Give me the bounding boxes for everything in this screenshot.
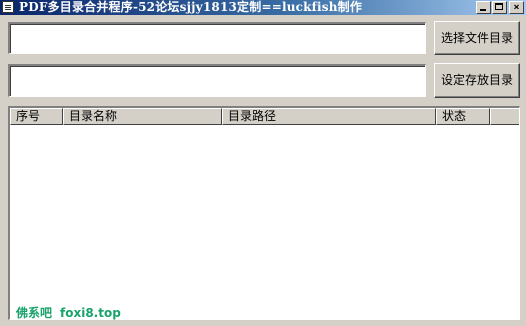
- select-directory-button[interactable]: 选择文件目录: [434, 21, 520, 55]
- close-icon[interactable]: ×: [509, 1, 524, 14]
- watermark-site-name: 佛系吧: [16, 306, 53, 320]
- column-header-dir-path[interactable]: 目录路径: [222, 108, 436, 125]
- title-bar[interactable]: PDF多目录合并程序-52论坛sjjy1813定制==luckfish制作 ×: [0, 0, 526, 15]
- column-header-dir-name[interactable]: 目录名称: [63, 108, 222, 125]
- maximize-icon[interactable]: [492, 1, 507, 14]
- column-header-index[interactable]: 序号: [10, 108, 63, 125]
- source-directory-field[interactable]: [8, 22, 426, 54]
- window-title: PDF多目录合并程序-52论坛sjjy1813定制==luckfish制作: [19, 0, 363, 14]
- list-header: 序号 目录名称 目录路径 状态: [10, 108, 519, 125]
- watermark-site-url: foxi8.top: [60, 306, 121, 320]
- watermark: 佛系吧 foxi8.top: [16, 304, 121, 321]
- column-header-status[interactable]: 状态: [436, 108, 490, 125]
- source-directory-input[interactable]: [10, 24, 425, 53]
- directory-list[interactable]: 序号 目录名称 目录路径 状态: [8, 106, 520, 320]
- column-header-filler[interactable]: [490, 108, 519, 125]
- minimize-icon[interactable]: [476, 1, 491, 14]
- set-output-directory-button[interactable]: 设定存放目录: [434, 63, 520, 98]
- output-directory-input[interactable]: [10, 66, 425, 96]
- output-directory-field[interactable]: [8, 64, 426, 97]
- app-icon[interactable]: [2, 1, 14, 13]
